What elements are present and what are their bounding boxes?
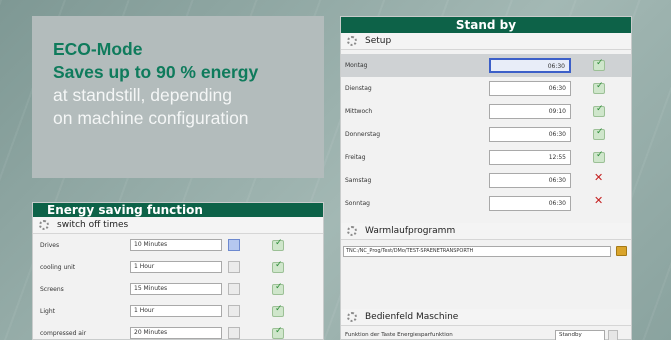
row-label: compressed air bbox=[40, 329, 87, 337]
day-label: Dienstag bbox=[345, 85, 372, 92]
warmup-section-header[interactable]: Warmlaufprogramm bbox=[341, 223, 631, 240]
eco-headline: Saves up to 90 % energy bbox=[53, 62, 259, 82]
gear-icon bbox=[347, 312, 357, 322]
cross-icon[interactable] bbox=[593, 171, 605, 186]
chevron-down-icon[interactable] bbox=[608, 329, 618, 340]
cross-icon[interactable] bbox=[593, 194, 605, 209]
energy-saving-window: Energy saving function switch off times … bbox=[32, 202, 324, 340]
row-label: Drives bbox=[40, 241, 60, 249]
panel-section-header[interactable]: Bedienfeld Maschine bbox=[341, 309, 631, 326]
row-label: Light bbox=[40, 307, 55, 315]
duration-select[interactable]: 1 Hour bbox=[130, 305, 222, 317]
warmup-label: Warmlaufprogramm bbox=[365, 226, 456, 236]
panel-function-select[interactable]: Standby bbox=[555, 329, 605, 340]
energy-row-compressed-air[interactable]: compressed air 20 Minutes bbox=[33, 322, 323, 340]
duration-select[interactable]: 10 Minutes bbox=[130, 239, 222, 251]
warmup-path-input[interactable]: TNC:/NC_Prog/Test/DMo/TEST-SPAENETRANSPO… bbox=[343, 245, 611, 257]
check-icon[interactable] bbox=[593, 58, 605, 71]
time-input[interactable]: 06:30 bbox=[489, 81, 571, 96]
energy-row-screens[interactable]: Screens 15 Minutes bbox=[33, 278, 323, 300]
check-icon[interactable] bbox=[593, 81, 605, 94]
check-icon[interactable] bbox=[593, 150, 605, 163]
eco-mode-promo: ECO-Mode Saves up to 90 % energy at stan… bbox=[32, 16, 324, 178]
time-input[interactable]: 12:55 bbox=[489, 150, 571, 165]
day-row-montag[interactable]: Montag 06:30 bbox=[341, 54, 631, 77]
day-label: Donnerstag bbox=[345, 131, 381, 138]
day-label: Freitag bbox=[345, 154, 366, 161]
chevron-down-icon[interactable] bbox=[228, 261, 240, 273]
duration-select[interactable]: 15 Minutes bbox=[130, 283, 222, 295]
folder-icon[interactable] bbox=[616, 246, 627, 256]
panel-function-row: Funktion der Taste Energiesparfunktion S… bbox=[341, 326, 631, 340]
standby-window: Stand by Setup Montag 06:30 Dienstag 06:… bbox=[340, 16, 632, 340]
check-icon[interactable] bbox=[272, 238, 284, 251]
day-row-freitag[interactable]: Freitag 12:55 bbox=[341, 146, 631, 169]
duration-select[interactable]: 20 Minutes bbox=[130, 327, 222, 339]
day-label: Samstag bbox=[345, 177, 372, 184]
time-input[interactable]: 09:10 bbox=[489, 104, 571, 119]
panel-label: Bedienfeld Maschine bbox=[365, 312, 459, 322]
day-label: Sonntag bbox=[345, 200, 370, 207]
day-label: Mittwoch bbox=[345, 108, 373, 115]
time-input[interactable]: 06:30 bbox=[489, 173, 571, 188]
switch-off-list: Drives 10 Minutes cooling unit 1 Hour Sc… bbox=[33, 234, 323, 340]
check-icon[interactable] bbox=[593, 127, 605, 140]
eco-title: ECO-Mode bbox=[53, 39, 143, 59]
panel-function-label: Funktion der Taste Energiesparfunktion bbox=[345, 332, 453, 338]
energy-title: Energy saving function bbox=[33, 203, 323, 217]
energy-row-drives[interactable]: Drives 10 Minutes bbox=[33, 234, 323, 256]
duration-select[interactable]: 1 Hour bbox=[130, 261, 222, 273]
row-label: cooling unit bbox=[40, 263, 76, 271]
chevron-down-icon[interactable] bbox=[228, 283, 240, 295]
switch-off-section-header[interactable]: switch off times bbox=[33, 217, 323, 234]
chevron-down-icon[interactable] bbox=[228, 239, 240, 251]
time-input[interactable]: 06:30 bbox=[489, 58, 571, 73]
check-icon[interactable] bbox=[593, 104, 605, 117]
time-input[interactable]: 06:30 bbox=[489, 127, 571, 142]
check-icon[interactable] bbox=[272, 326, 284, 339]
standby-title: Stand by bbox=[341, 17, 631, 33]
gear-icon bbox=[39, 220, 49, 230]
row-label: Screens bbox=[40, 285, 64, 293]
day-row-mittwoch[interactable]: Mittwoch 09:10 bbox=[341, 100, 631, 123]
eco-subtext-1: at standstill, depending bbox=[53, 85, 233, 105]
day-row-samstag[interactable]: Samstag 06:30 bbox=[341, 169, 631, 192]
eco-subtext-2: on machine configuration bbox=[53, 108, 249, 128]
day-row-dienstag[interactable]: Dienstag 06:30 bbox=[341, 77, 631, 100]
day-row-donnerstag[interactable]: Donnerstag 06:30 bbox=[341, 123, 631, 146]
gear-icon bbox=[347, 36, 357, 46]
energy-row-cooling-unit[interactable]: cooling unit 1 Hour bbox=[33, 256, 323, 278]
check-icon[interactable] bbox=[272, 260, 284, 273]
check-icon[interactable] bbox=[272, 282, 284, 295]
chevron-down-icon[interactable] bbox=[228, 305, 240, 317]
time-input[interactable]: 06:30 bbox=[489, 196, 571, 211]
check-icon[interactable] bbox=[272, 304, 284, 317]
setup-section-header[interactable]: Setup bbox=[341, 33, 631, 50]
warmup-path-row: TNC:/NC_Prog/Test/DMo/TEST-SPAENETRANSPO… bbox=[341, 240, 631, 262]
setup-label: Setup bbox=[365, 36, 392, 46]
day-row-sonntag[interactable]: Sonntag 06:30 bbox=[341, 192, 631, 215]
energy-row-light[interactable]: Light 1 Hour bbox=[33, 300, 323, 322]
day-schedule-list: Montag 06:30 Dienstag 06:30 Mittwoch 09:… bbox=[341, 50, 631, 215]
switch-off-label: switch off times bbox=[57, 220, 129, 230]
gear-icon bbox=[347, 226, 357, 236]
chevron-down-icon[interactable] bbox=[228, 327, 240, 339]
day-label: Montag bbox=[345, 62, 368, 69]
